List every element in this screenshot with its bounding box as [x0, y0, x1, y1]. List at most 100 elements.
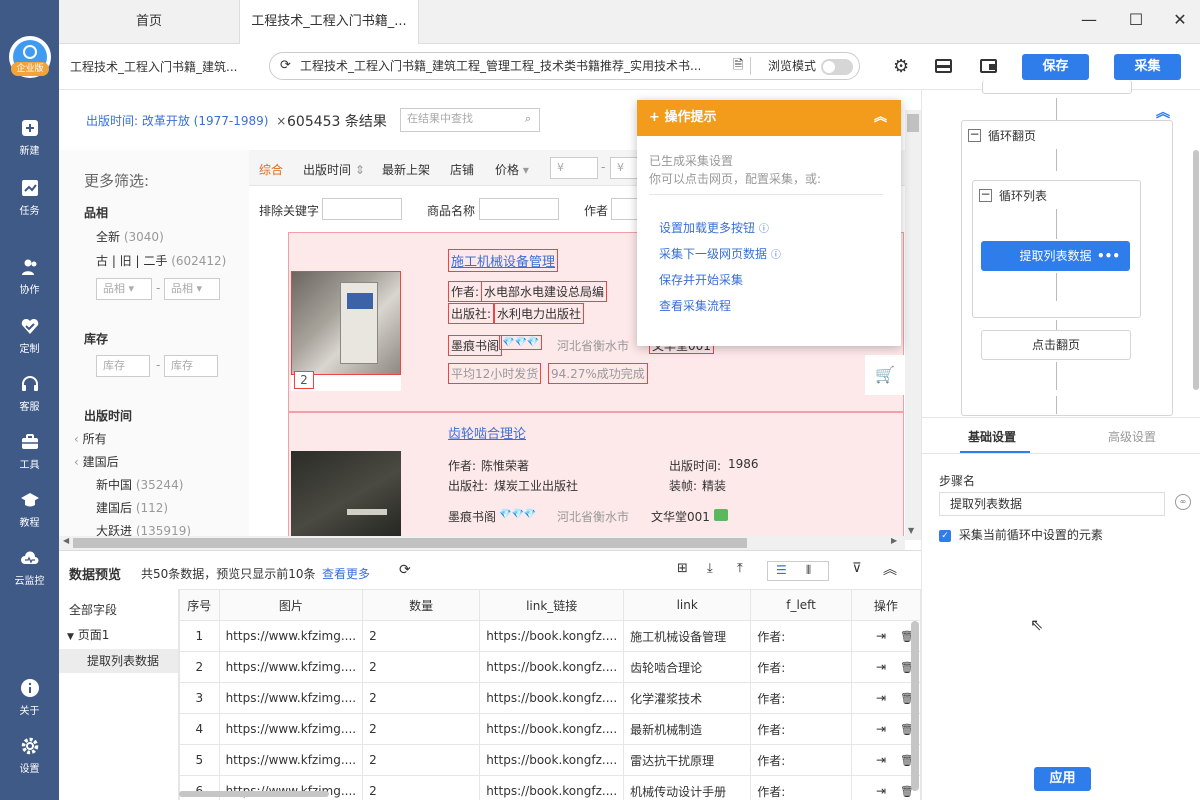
close-icon[interactable]: × — [276, 114, 286, 128]
sort-newest[interactable]: 最新上架 — [382, 161, 430, 178]
book-title-link[interactable]: 齿轮啮合理论 — [448, 423, 526, 442]
sidebar-item-tools[interactable]: 工具 — [0, 432, 59, 471]
link-icon[interactable]: ∞ — [1175, 494, 1191, 510]
search-input[interactable]: 在结果中查找 ⌕ — [400, 108, 540, 132]
tree-extract-item[interactable]: 提取列表数据 — [59, 649, 178, 673]
author-value[interactable]: 水电部水电建设总局编 — [481, 281, 608, 302]
collect-current-loop-checkbox[interactable]: ✓ 采集当前循环中设置的元素 — [939, 526, 1103, 543]
settings-gear-icon[interactable]: ⚙ — [893, 56, 909, 77]
scroll-down-arrow[interactable]: ▼ — [908, 526, 914, 535]
table-vertical-scrollbar[interactable] — [911, 621, 919, 791]
chat-icon[interactable] — [714, 509, 728, 521]
table-horizontal-scrollbar[interactable] — [179, 791, 329, 797]
price-min-input[interactable]: ¥ — [550, 157, 598, 179]
document-icon[interactable]: 🗎 — [733, 53, 743, 79]
extract-list-data-step[interactable]: 提取列表数据 ••• — [981, 241, 1130, 271]
scroll-left-arrow[interactable]: ◀ — [63, 536, 69, 545]
product-name-input[interactable] — [479, 198, 559, 220]
refresh-icon[interactable]: ⟳ — [399, 562, 411, 578]
pub-jg[interactable]: 建国后 (112) — [96, 499, 168, 516]
tip-link-load-more[interactable]: 设置加载更多按钮 ⓘ — [659, 219, 769, 236]
save-button[interactable]: 保存 — [1022, 54, 1089, 80]
sidebar-item-custom[interactable]: 定制 — [0, 316, 59, 355]
open-link-icon[interactable]: ⇥ — [876, 660, 886, 674]
book-cover-image[interactable] — [291, 271, 401, 375]
browse-mode-toggle[interactable] — [821, 59, 853, 75]
stock-min-input[interactable]: 库存 — [96, 355, 150, 377]
list-view-icon[interactable]: ☰ — [776, 563, 787, 577]
loop-page-box[interactable]: − 循环翻页 − 循环列表 提取列表数据 ••• 点击翻页 — [961, 120, 1173, 416]
author-value[interactable]: 陈惟荣著 — [481, 457, 529, 474]
open-link-icon[interactable]: ⇥ — [876, 784, 886, 798]
publisher-value[interactable]: 水利电力出版社 — [494, 303, 585, 324]
tab-home[interactable]: 首页 — [59, 0, 239, 44]
search-icon[interactable]: ⌕ — [525, 109, 531, 129]
view-more-link[interactable]: 查看更多 — [322, 565, 370, 582]
collapse-panel-icon[interactable]: ︽ — [883, 559, 897, 579]
download-icon[interactable]: ⤓ — [707, 561, 713, 576]
tip-link-next-level[interactable]: 采集下一级网页数据 ⓘ — [659, 245, 781, 262]
tab-advanced-settings[interactable]: 高级设置 — [1108, 428, 1156, 445]
shop2-name[interactable]: 文华堂001 — [651, 508, 710, 525]
condition-used[interactable]: 古 | 旧 | 二手 (602412) — [96, 252, 226, 269]
add-field-icon[interactable]: ⊞ — [677, 561, 688, 576]
filter-icon[interactable]: ⊽ — [852, 561, 862, 576]
condition-new[interactable]: 全新 (3040) — [96, 228, 164, 245]
refresh-icon[interactable]: ⟳ — [280, 53, 291, 79]
upload-icon[interactable]: ⤒ — [737, 561, 743, 576]
table-row[interactable]: 5 https://www.kfzimg.... 2 https://book.kon… — [179, 744, 922, 776]
sort-shop[interactable]: 店铺 — [450, 161, 474, 178]
horizontal-scrollbar[interactable]: ◀ ▶ — [59, 536, 905, 550]
condition-select-1[interactable]: 品相 ▾ — [96, 278, 152, 300]
checkbox-checked-icon[interactable]: ✓ — [939, 529, 951, 542]
condition-select-2[interactable]: 品相 ▾ — [164, 278, 220, 300]
sidebar-item-about[interactable]: 关于 — [0, 678, 59, 717]
tip-link-view-flow[interactable]: 查看采集流程 — [659, 297, 731, 314]
sidebar-item-new[interactable]: 新建 — [0, 118, 59, 157]
tree-page1[interactable]: ▼ 页面1 — [67, 626, 109, 643]
view-toggle[interactable]: ☰ ⫴ — [767, 561, 829, 581]
help-icon[interactable]: ⓘ — [771, 250, 781, 261]
table-row[interactable]: 1 https://www.kfzimg.... 2 https://book.kon… — [179, 620, 922, 652]
sort-pubtime[interactable]: 出版时间 ⇕ — [303, 161, 365, 178]
help-icon[interactable]: ⓘ — [759, 224, 769, 235]
previous-step-box[interactable] — [982, 80, 1132, 94]
click-next-page-step[interactable]: 点击翻页 — [981, 330, 1131, 360]
scroll-thumb[interactable] — [907, 114, 919, 132]
tab-basic-settings[interactable]: 基础设置 — [968, 428, 1016, 445]
table-row[interactable]: 2 https://www.kfzimg.... 2 https://book.kon… — [179, 651, 922, 683]
open-link-icon[interactable]: ⇥ — [876, 629, 886, 643]
filter-tag[interactable]: 出版时间: 改革开放 (1977-1989) × — [86, 112, 286, 129]
shop-name[interactable]: 墨痕书阁 — [448, 508, 496, 525]
open-link-icon[interactable]: ⇥ — [876, 722, 886, 736]
close-window-button[interactable]: ✕ — [1168, 10, 1192, 30]
all-fields-label[interactable]: 全部字段 — [69, 601, 117, 618]
sidebar-item-settings[interactable]: 设置 — [0, 736, 59, 775]
url-text[interactable]: 工程技术_工程入门书籍_建筑工程_管理工程_技术类书籍推荐_实用技术书... — [300, 53, 700, 79]
panel-scrollbar[interactable] — [1193, 150, 1199, 390]
step-name-input[interactable]: 提取列表数据 — [939, 492, 1165, 516]
open-link-icon[interactable]: ⇥ — [876, 753, 886, 767]
sidebar-item-cloud-monitor[interactable]: 云监控 — [0, 548, 59, 587]
collapse-toggle[interactable]: − — [979, 188, 992, 202]
window-layout-icon[interactable] — [980, 59, 997, 73]
column-view-icon[interactable]: ⫴ — [806, 563, 811, 578]
scroll-right-arrow[interactable]: ▶ — [891, 536, 897, 545]
tab-active-page[interactable]: 工程技术_工程入门书籍_... ✕ — [239, 0, 419, 74]
pub-all[interactable]: ‹ 所有 — [74, 430, 107, 447]
list-item[interactable]: 齿轮啮合理论 作者: 陈惟荣著 出版时间: 1986 出版社: 煤炭工业出版社 … — [288, 412, 904, 550]
publisher-value[interactable]: 煤炭工业出版社 — [494, 477, 578, 494]
sort-default[interactable]: 综合 — [259, 161, 283, 178]
panel-layout-icon[interactable] — [935, 59, 952, 73]
book-title-link[interactable]: 施工机械设备管理 — [448, 249, 559, 272]
table-row[interactable]: 4 https://www.kfzimg.... 2 https://book.kon… — [179, 713, 922, 745]
maximize-button[interactable]: ☐ — [1124, 10, 1148, 30]
apply-button[interactable]: 应用 — [1034, 767, 1091, 791]
sidebar-item-support[interactable]: 客服 — [0, 374, 59, 413]
sort-price[interactable]: 价格 ▾ — [495, 161, 529, 178]
tip-link-save-start[interactable]: 保存并开始采集 — [659, 271, 743, 288]
pub-new-china[interactable]: 新中国 (35244) — [96, 476, 183, 493]
caret-down-icon[interactable]: ▼ — [67, 632, 74, 642]
url-bar[interactable]: ⟳ 工程技术_工程入门书籍_建筑工程_管理工程_技术类书籍推荐_实用技术书...… — [269, 52, 860, 80]
collapse-icon[interactable]: ︽ — [874, 100, 887, 136]
